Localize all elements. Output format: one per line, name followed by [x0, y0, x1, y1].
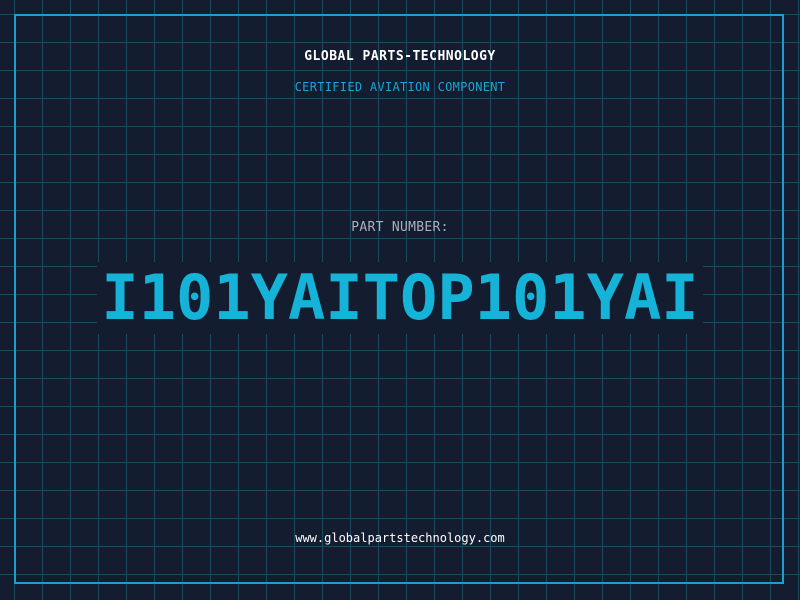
part-number-display: I101YAITOP101YAI — [40, 262, 760, 334]
part-number-value: I101YAITOP101YAI — [97, 262, 703, 334]
website-url: www.globalpartstechnology.com — [295, 531, 505, 545]
company-name: GLOBAL PARTS-TECHNOLOGY — [304, 49, 496, 64]
certification-tagline: CERTIFIED AVIATION COMPONENT — [294, 80, 506, 94]
part-number-label: PART NUMBER: — [351, 220, 449, 235]
